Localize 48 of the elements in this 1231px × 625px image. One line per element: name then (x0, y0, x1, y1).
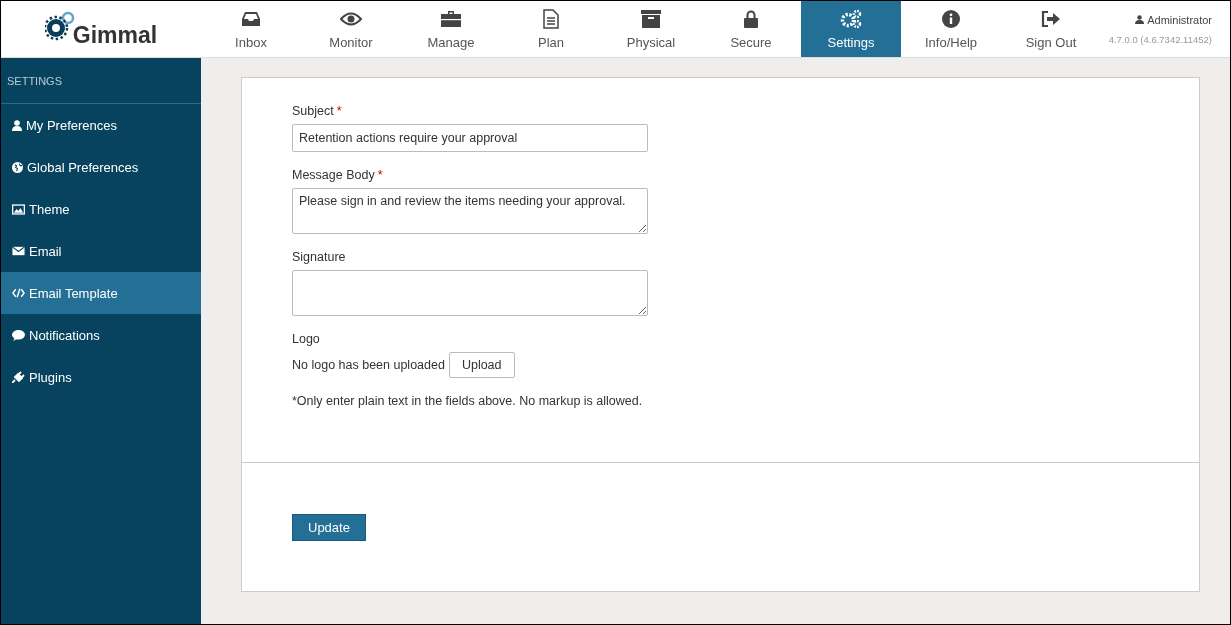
archive-box-icon (641, 9, 661, 28)
sign-out-icon (1041, 10, 1061, 27)
document-icon (543, 8, 559, 29)
field-label: Subject * (292, 104, 343, 118)
code-icon (12, 288, 25, 298)
envelope-icon (12, 246, 25, 256)
user-icon (12, 119, 22, 131)
nav-tab[interactable]: Settings (801, 1, 901, 57)
text-area[interactable] (292, 270, 648, 316)
nav-tab[interactable]: Manage (401, 1, 501, 57)
nav-tab[interactable]: Sign Out (1001, 1, 1101, 57)
gear-logo-icon (44, 11, 75, 41)
sidebar-item[interactable]: Notifications (1, 314, 201, 356)
field-label: Message Body * (292, 168, 384, 182)
sidebar-item[interactable]: Email Template (1, 272, 201, 314)
plug-icon (12, 371, 25, 383)
update-button[interactable]: Update (292, 514, 366, 541)
sidebar-item[interactable]: Theme (1, 188, 201, 230)
inbox-icon (242, 10, 260, 27)
sidebar-item[interactable]: Plugins (1, 356, 201, 398)
field-label: Signature (292, 250, 347, 264)
version-text: 4.7.0.0 (4.6.7342.11452) (1108, 33, 1212, 45)
briefcase-icon (441, 10, 461, 27)
nav-tab[interactable]: Physical (601, 1, 701, 57)
text-area[interactable]: Please sign in and review the items needing your approval. (292, 188, 648, 234)
field-label: Logo (292, 332, 321, 346)
nav-tab[interactable]: Plan (501, 1, 601, 57)
logo-status: No logo has been uploaded (292, 358, 445, 372)
note-text: *Only enter plain text in the fields above. No markup is allowed. (292, 394, 644, 408)
brand-name: Gimmal (72, 24, 158, 47)
sidebar-item[interactable]: Global Preferences (1, 146, 201, 188)
sidebar-item[interactable]: My Preferences (1, 104, 201, 146)
globe-icon (12, 161, 23, 173)
upload-button[interactable]: Upload (448, 352, 515, 378)
speech-bubble-icon (12, 329, 25, 341)
user-name[interactable]: Administrator (1135, 13, 1212, 26)
eye-icon (340, 11, 362, 26)
nav-tab[interactable]: Monitor (301, 1, 401, 57)
gears-icon (840, 8, 862, 29)
lock-icon (744, 9, 758, 28)
info-icon (942, 9, 960, 28)
nav-tab[interactable]: Info/Help (901, 1, 1001, 57)
image-icon (12, 203, 25, 215)
sidebar-item[interactable]: Email (1, 230, 201, 272)
nav-tab[interactable]: Secure (701, 1, 801, 57)
user-icon (1135, 15, 1145, 24)
nav-tab[interactable]: Inbox (201, 1, 301, 57)
input-field[interactable]: Retention actions require your approval (292, 124, 648, 152)
